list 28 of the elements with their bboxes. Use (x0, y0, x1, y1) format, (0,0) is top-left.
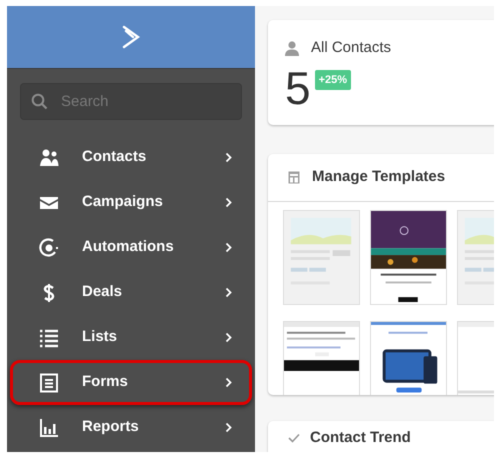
people-icon (39, 148, 59, 168)
contact-count: 5 (285, 62, 311, 114)
nav-item[interactable]: Forms (10, 360, 252, 405)
card-title: Manage Templates (312, 167, 446, 188)
document-icon (39, 372, 59, 392)
search-icon (31, 93, 48, 110)
nav-item[interactable]: Contacts (10, 135, 252, 180)
chevron-right-icon (225, 242, 232, 253)
chevron-right-icon (225, 332, 232, 343)
nav-item[interactable]: Deals (10, 270, 252, 315)
chevron-right-icon (225, 377, 232, 388)
bar-chart-icon (39, 418, 59, 438)
nav-item[interactable]: Reports (10, 405, 252, 450)
nav-item[interactable]: Lists (10, 315, 252, 360)
chevron-right-icon (225, 197, 232, 208)
layout-icon (288, 171, 300, 184)
growth-badge: +25% (314, 70, 352, 90)
check-icon (288, 433, 300, 443)
nav-item[interactable]: Automations (10, 225, 252, 270)
card-title: Contact Trend (310, 429, 411, 446)
card-title: All Contacts (311, 38, 392, 58)
person-icon (285, 40, 299, 56)
chevron-right-icon (225, 422, 232, 433)
chevron-right-icon (225, 287, 232, 298)
nav-item[interactable]: Campaigns (10, 180, 252, 225)
chevron-logo-icon[interactable] (122, 25, 140, 49)
list-icon (39, 328, 59, 348)
chevron-right-icon (225, 152, 232, 163)
